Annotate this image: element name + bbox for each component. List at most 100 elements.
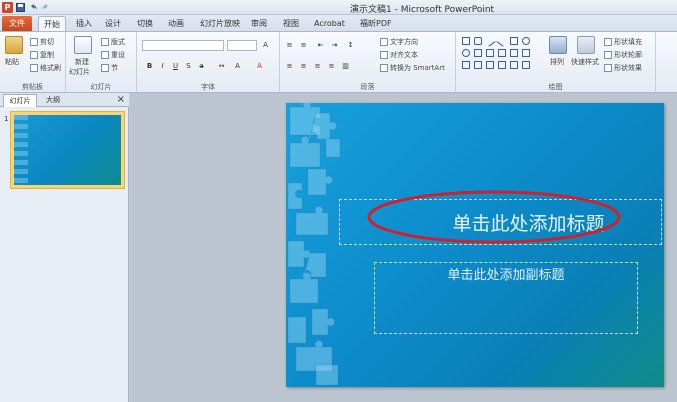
effects-icon xyxy=(604,64,612,72)
line-spacing-icon[interactable]: ↕ xyxy=(346,41,355,50)
title-bar: P 演示文稿1 - Microsoft PowerPoint xyxy=(0,0,677,15)
change-case-icon[interactable]: A xyxy=(233,62,242,71)
strikethrough-icon[interactable]: a xyxy=(197,62,206,71)
justify-icon[interactable]: ≡ xyxy=(327,62,336,71)
slide-thumbnail-image xyxy=(14,115,121,185)
copy-button[interactable]: 复制 xyxy=(30,50,54,60)
shape-circle-icon[interactable] xyxy=(462,49,470,57)
tab-home[interactable]: 开始 xyxy=(38,16,66,31)
bullets-icon[interactable]: ≡ xyxy=(285,41,294,50)
tab-outline-panel[interactable]: 大纲 xyxy=(39,94,67,107)
new-slide-button[interactable]: 新建 xyxy=(75,57,89,67)
shape-effects-button[interactable]: 形状效果 xyxy=(604,63,642,73)
save-icon[interactable] xyxy=(16,3,25,12)
text-direction-button[interactable]: 文字方向 xyxy=(380,37,418,47)
align-text-button[interactable]: 对齐文本 xyxy=(380,50,418,60)
quick-styles-icon[interactable] xyxy=(577,36,595,54)
paste-icon[interactable] xyxy=(5,36,23,54)
text-direction-icon xyxy=(380,38,388,46)
align-right-icon[interactable]: ≡ xyxy=(313,62,322,71)
tab-foxit-pdf[interactable]: 福昕PDF xyxy=(360,16,392,31)
shape-callout-icon[interactable] xyxy=(486,49,494,57)
font-group: A B I U S a ↔ A A 字体 xyxy=(137,32,280,93)
columns-icon[interactable]: ▥ xyxy=(341,62,350,71)
shape-curve-icon[interactable] xyxy=(498,61,506,69)
tab-animations[interactable]: 动画 xyxy=(168,16,184,31)
font-group-label: 字体 xyxy=(201,83,215,91)
smartart-icon xyxy=(380,64,388,72)
puzzle-pieces-decoration xyxy=(287,103,341,386)
tab-file[interactable]: 文件 xyxy=(2,16,32,31)
tab-design[interactable]: 设计 xyxy=(105,16,121,31)
shape-rectangle-icon[interactable] xyxy=(462,37,470,45)
shape-bracket-icon[interactable] xyxy=(510,61,518,69)
brush-icon xyxy=(30,64,38,72)
section-button[interactable]: 节 xyxy=(101,63,118,73)
shape-more-icon[interactable] xyxy=(522,61,530,69)
drawing-group-label: 绘图 xyxy=(548,83,563,91)
text-direction-label: 文字方向 xyxy=(390,38,418,46)
shape-rounded-rect-icon[interactable] xyxy=(474,37,482,45)
format-painter-button[interactable]: 格式刷 xyxy=(30,63,61,73)
layout-label: 版式 xyxy=(111,38,125,46)
shape-arrow-right-icon[interactable] xyxy=(474,61,482,69)
shape-box-icon[interactable] xyxy=(510,37,518,45)
shape-triangle-icon[interactable] xyxy=(474,49,482,57)
bold-icon[interactable]: B xyxy=(145,62,154,71)
tab-transitions[interactable]: 切换 xyxy=(137,16,153,31)
shape-outline-button[interactable]: 形状轮廓 xyxy=(604,50,642,60)
subtitle-placeholder[interactable]: 单击此处添加副标题 xyxy=(374,262,638,334)
shape-arrow-icon[interactable] xyxy=(496,35,508,47)
paragraph-group: ≡ ≡ ⇤ ⇥ ↕ ≡ ≡ ≡ ≡ ▥ 文字方向 对齐文本 转换为 SmartA… xyxy=(280,32,456,93)
shadow-icon[interactable]: S xyxy=(184,62,193,71)
tab-slideshow[interactable]: 幻灯片放映 xyxy=(200,16,240,31)
underline-icon[interactable]: U xyxy=(171,62,180,71)
arrange-icon[interactable] xyxy=(549,36,567,54)
shape-brace-icon[interactable] xyxy=(510,49,518,57)
ribbon-tabs: 文件 开始 插入 设计 切换 动画 幻灯片放映 审阅 视图 Acrobat 福昕… xyxy=(0,15,677,31)
align-center-icon[interactable]: ≡ xyxy=(299,62,308,71)
increase-indent-icon[interactable]: ⇥ xyxy=(330,41,339,50)
quick-styles-button[interactable]: 快速样式 xyxy=(571,57,599,67)
shape-star-icon[interactable] xyxy=(522,49,530,57)
slide-thumbnail[interactable] xyxy=(10,111,125,189)
shape-fill-button[interactable]: 形状填充 xyxy=(604,37,642,47)
paragraph-group-label: 段落 xyxy=(360,83,375,91)
copy-icon xyxy=(30,51,38,59)
shape-outline-label: 形状轮廓 xyxy=(614,51,642,59)
arrange-button[interactable]: 排列 xyxy=(550,57,564,67)
shape-oval-icon[interactable] xyxy=(522,37,530,45)
layout-button[interactable]: 版式 xyxy=(101,37,125,47)
tab-insert[interactable]: 插入 xyxy=(76,16,92,31)
redo-icon[interactable] xyxy=(41,3,50,12)
italic-icon[interactable]: I xyxy=(158,62,167,71)
reset-button[interactable]: 重设 xyxy=(101,50,125,60)
new-slide-icon[interactable] xyxy=(74,36,92,54)
font-size-combo[interactable] xyxy=(227,40,257,51)
undo-icon[interactable] xyxy=(29,3,38,12)
numbering-icon[interactable]: ≡ xyxy=(299,41,308,50)
grow-font-icon[interactable]: A xyxy=(261,41,270,50)
panel-tabs: 幻灯片 大纲 × xyxy=(0,93,129,107)
font-name-combo[interactable] xyxy=(142,40,224,51)
tab-slides-panel[interactable]: 幻灯片 xyxy=(3,94,37,107)
shape-chevron-icon[interactable] xyxy=(498,49,506,57)
tab-view[interactable]: 视图 xyxy=(283,16,299,31)
shape-line-icon[interactable] xyxy=(484,35,496,47)
slide-canvas[interactable]: 单击此处添加标题 单击此处添加副标题 xyxy=(286,103,664,387)
shape-pentagon-icon[interactable] xyxy=(462,61,470,69)
font-color-icon[interactable]: A xyxy=(255,62,264,71)
smartart-button[interactable]: 转换为 SmartArt xyxy=(380,63,445,73)
shape-arrow-up-icon[interactable] xyxy=(486,61,494,69)
tab-acrobat[interactable]: Acrobat xyxy=(314,16,345,31)
new-slide-button-line2[interactable]: 幻灯片 xyxy=(69,67,90,77)
paste-button[interactable]: 粘贴 xyxy=(5,57,19,67)
tab-review[interactable]: 审阅 xyxy=(251,16,267,31)
decrease-indent-icon[interactable]: ⇤ xyxy=(316,41,325,50)
ribbon: 粘贴 剪切 复制 格式刷 剪贴板 新建 幻灯片 版式 重设 节 幻灯片 A B … xyxy=(0,31,677,93)
cut-button[interactable]: 剪切 xyxy=(30,37,54,47)
char-spacing-icon[interactable]: ↔ xyxy=(217,62,226,71)
powerpoint-logo-icon[interactable]: P xyxy=(2,2,13,13)
close-icon[interactable]: × xyxy=(117,94,125,106)
align-left-icon[interactable]: ≡ xyxy=(285,62,294,71)
